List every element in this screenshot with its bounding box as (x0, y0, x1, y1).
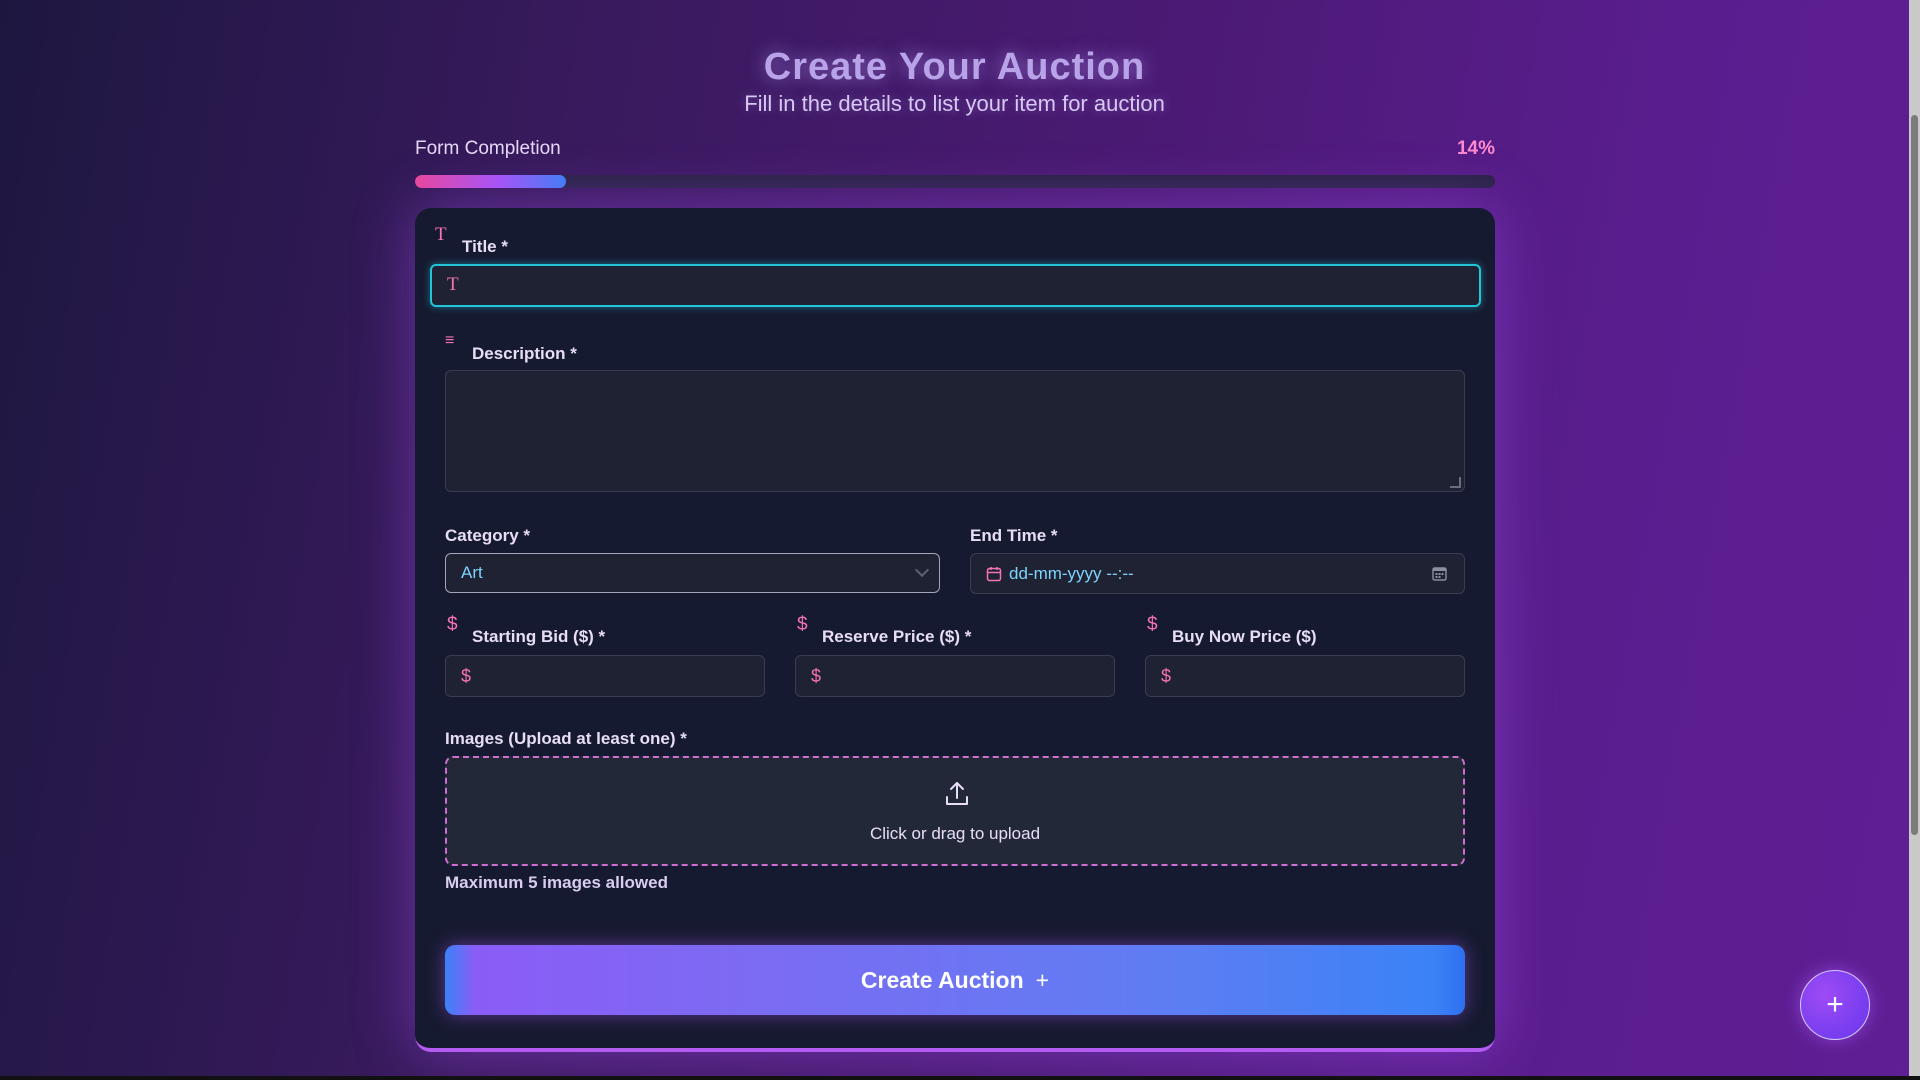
progress-percent: 14% (1456, 138, 1495, 159)
category-select[interactable]: Art (445, 553, 940, 593)
floating-add-button[interactable]: + (1800, 970, 1870, 1040)
starting-bid-label: Starting Bid ($) * (472, 627, 606, 646)
textarea-resize-handle[interactable] (1450, 477, 1461, 488)
reserve-price-prefix: $ (811, 666, 822, 686)
reserve-price-input[interactable]: $ (795, 655, 1115, 697)
title-input-icon: T (447, 274, 459, 295)
calendar-picker-icon[interactable] (1432, 566, 1447, 581)
calendar-icon (986, 567, 1002, 582)
progress-track (415, 175, 1495, 188)
images-label: Images (Upload at least one) * (445, 729, 687, 748)
category-label: Category * (445, 526, 531, 545)
description-textarea[interactable] (445, 370, 1465, 492)
buy-now-input[interactable]: $ (1145, 655, 1465, 697)
starting-bid-input[interactable]: $ (445, 655, 765, 697)
plus-icon: + (1826, 988, 1844, 1021)
description-icon: ≡ (445, 332, 455, 349)
create-auction-button[interactable]: Create Auction + (445, 945, 1465, 1015)
end-time-input[interactable]: dd-mm-yyyy --:-- (970, 553, 1465, 594)
image-upload-dropzone[interactable]: Click or drag to upload (445, 756, 1465, 866)
auction-form-card: T Title * T ≡ Description * Category * A… (415, 208, 1495, 1052)
form-progress: Form Completion 14% (415, 135, 1495, 188)
scrollbar-thumb[interactable] (1911, 115, 1918, 835)
title-input[interactable]: T (430, 264, 1481, 307)
title-label: Title * (462, 237, 508, 256)
progress-fill (415, 175, 567, 188)
upload-text: Click or drag to upload (869, 824, 1041, 843)
page-title: Create Your Auction (763, 46, 1146, 88)
plus-icon: + (1035, 966, 1050, 993)
buy-now-label: Buy Now Price ($) (1172, 627, 1317, 646)
starting-bid-prefix: $ (461, 666, 472, 686)
page-header: Create Your Auction Fill in the details … (0, 44, 1909, 118)
buy-now-prefix: $ (1161, 666, 1172, 686)
bottom-edge (0, 1076, 1920, 1080)
create-auction-label: Create Auction (860, 966, 1024, 993)
page: Create Your Auction Fill in the details … (0, 0, 1909, 1076)
chevron-down-icon (914, 562, 930, 578)
reserve-price-label: Reserve Price ($) * (822, 627, 972, 646)
upload-icon (946, 782, 968, 805)
reserve-price-dollar-icon: $ (797, 614, 808, 635)
buy-now-dollar-icon: $ (1147, 614, 1158, 635)
max-images-note: Maximum 5 images allowed (445, 873, 668, 892)
end-time-label: End Time * (970, 526, 1058, 545)
description-label: Description * (472, 344, 577, 363)
page-scrollbar[interactable] (1909, 0, 1920, 1076)
starting-bid-dollar-icon: $ (447, 614, 458, 635)
end-time-placeholder: dd-mm-yyyy --:-- (1009, 564, 1134, 583)
page-subtitle: Fill in the details to list your item fo… (744, 91, 1165, 116)
progress-label: Form Completion (415, 138, 561, 159)
title-type-icon: T (435, 224, 447, 245)
category-selected-value: Art (461, 563, 483, 582)
